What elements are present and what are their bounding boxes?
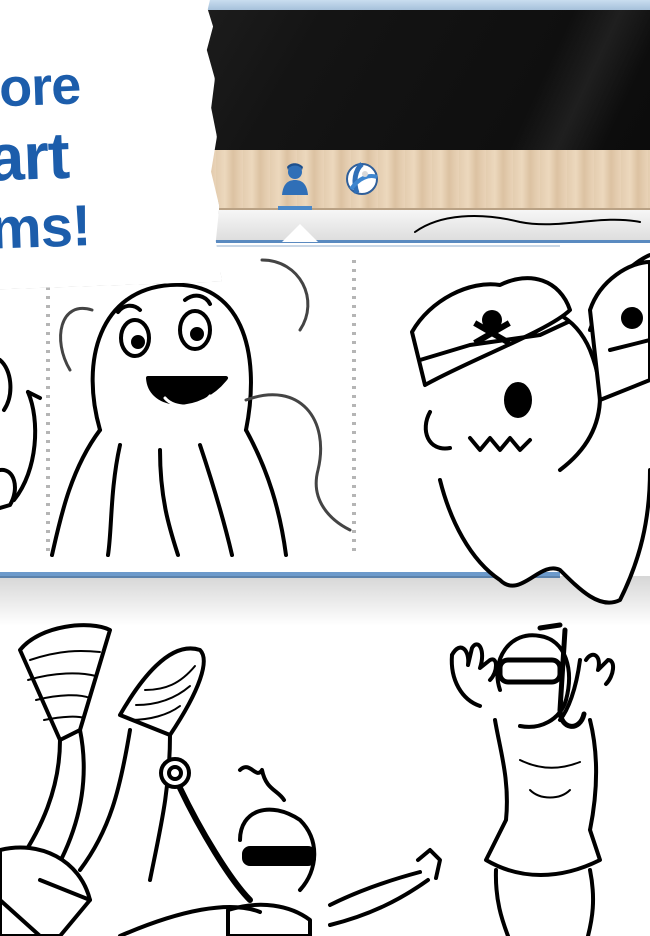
promo-line-3: ms! [0, 193, 92, 262]
header-scribble [414, 215, 641, 233]
pirate-ghost-character[interactable] [410, 253, 650, 605]
snorkeler-character[interactable] [449, 622, 615, 936]
octopus-character[interactable] [50, 258, 352, 557]
promo-line-1: ore [0, 55, 82, 119]
scuba-diver-character[interactable] [0, 623, 442, 936]
knife-drawing [0, 358, 42, 510]
app-stage: ore art ms! [0, 0, 650, 936]
promo-line-2: art [0, 117, 71, 195]
promo-paper-note: ore art ms! [0, 0, 222, 290]
